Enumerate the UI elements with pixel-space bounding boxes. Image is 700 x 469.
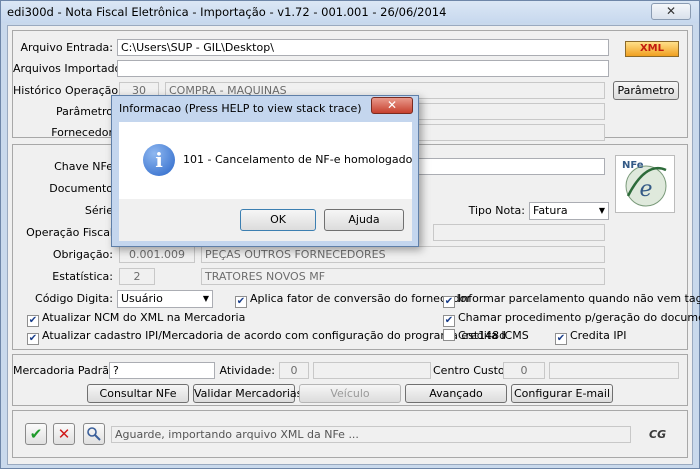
mercadoria-padrao-input[interactable]: ? [109, 362, 215, 379]
centro-custo-desc-field [549, 362, 679, 379]
dialog-close-button[interactable]: ✕ [371, 97, 413, 114]
checkbox-chamar-procedimento[interactable]: ✔ Chamar procedimento p/geração do docume… [443, 311, 700, 327]
arquivo-entrada-input[interactable]: C:\Users\SUP - GIL\Desktop\ [117, 39, 609, 56]
checkbox-label: Atualizar cadastro IPI/Mercadoria de aco… [42, 329, 507, 342]
obrigacao-code-input[interactable]: 0.001.009 [119, 246, 195, 263]
checkmark-icon: ✔ [235, 296, 247, 308]
serie-label: Série [84, 204, 113, 217]
operacao-fiscal-field [433, 224, 605, 241]
xml-button[interactable]: XML [625, 41, 679, 57]
checkmark-icon: ✔ [27, 315, 39, 327]
atividade-label: Atividade: [219, 364, 275, 377]
dialog-message: 101 - Cancelamento de NF-e homologado [183, 153, 413, 166]
window-title: edi300d - Nota Fiscal Eletrônica - Impor… [7, 5, 447, 19]
fornecedor-label: Fornecedor [51, 126, 113, 139]
codigo-digita-value: Usuário [121, 292, 163, 305]
centro-custo-label: Centro Custo: [433, 364, 509, 377]
chevron-down-icon: ▼ [598, 206, 605, 215]
operacao-fiscal-label: Operação Fiscal [26, 226, 113, 239]
configurar-email-button[interactable]: Configurar E-mail [511, 384, 613, 403]
consultar-nfe-button[interactable]: Consultar NFe [87, 384, 189, 403]
checkbox-label: Chamar procedimento p/geração do documen… [458, 311, 700, 324]
parametro-button[interactable]: Parâmetro [613, 81, 679, 100]
atividade-desc-field [313, 362, 431, 379]
checkbox-credita-icms[interactable]: Credita ICMS [443, 329, 529, 342]
chevron-down-icon: ▼ [202, 294, 209, 303]
checkbox-atualizar-ipi[interactable]: ✔ Atualizar cadastro IPI/Mercadoria de ac… [27, 329, 506, 345]
dialog-title: Informacao (Press HELP to view stack tra… [119, 102, 362, 115]
nfe-logo: e NFe [615, 155, 675, 213]
window-close-button[interactable]: ✕ [651, 3, 691, 20]
checkbox-informar-parcelamento[interactable]: ✔ Informar parcelamento quando não vem ta… [443, 292, 700, 308]
historico-operacao-label: Histórico Operação: [13, 84, 122, 97]
arquivo-entrada-label: Arquivo Entrada: [20, 41, 113, 54]
estatistica-desc-field: TRATORES NOVOS MF [201, 268, 605, 285]
checkmark-icon: ✔ [443, 296, 455, 308]
tipo-nota-label: Tipo Nota: [468, 204, 525, 217]
checkmark-icon: ✔ [27, 333, 39, 345]
centro-custo-input[interactable]: 0 [503, 362, 545, 379]
checkbox-label: Informar parcelamento quando não vem tag… [458, 292, 700, 305]
estatistica-code-input[interactable]: 2 [119, 268, 155, 285]
arquivos-importados-label: Arquivos Importados: [13, 62, 131, 75]
estatistica-label: Estatística: [52, 270, 113, 283]
svg-text:e: e [639, 177, 652, 202]
checkbox-aplica-fator[interactable]: ✔ Aplica fator de conversão do fornecedor [235, 292, 471, 308]
veiculo-button[interactable]: Veículo [299, 384, 401, 403]
checkmark-icon: ✔ [443, 315, 455, 327]
confirm-button[interactable]: ✔ [25, 423, 47, 445]
info-dialog: Informacao (Press HELP to view stack tra… [111, 95, 419, 247]
checkbox-label: Credita IPI [570, 329, 627, 342]
mercadoria-padrao-label: Mercadoria Padrão: [13, 364, 120, 377]
codigo-digita-label: Código Digita: [35, 292, 113, 305]
validar-mercadorias-button[interactable]: Validar Mercadorias [193, 384, 302, 403]
nfe-logo-text: NFe [622, 160, 644, 171]
checkbox-atualizar-ncm[interactable]: ✔ Atualizar NCM do XML na Mercadoria [27, 311, 245, 327]
codigo-digita-select[interactable]: Usuário ▼ [117, 290, 213, 308]
dialog-body: i 101 - Cancelamento de NF-e homologado [119, 122, 412, 199]
checkbox-label: Credita ICMS [458, 329, 529, 342]
checkmark-icon: ✔ [555, 333, 567, 345]
obrigacao-desc-field: PEÇAS OUTROS FORNECEDORES [201, 246, 605, 263]
info-icon: i [143, 144, 175, 176]
search-icon [87, 427, 101, 441]
dialog-footer: OK Ajuda [119, 199, 412, 241]
title-bar: edi300d - Nota Fiscal Eletrônica - Impor… [1, 1, 699, 23]
cancel-button[interactable]: ✕ [53, 423, 75, 445]
chave-nfe-label: Chave NFe [54, 160, 113, 173]
arquivos-importados-input[interactable] [117, 60, 609, 77]
tipo-nota-select[interactable]: Fatura ▼ [529, 202, 609, 220]
checkmark-icon: ✔ [29, 425, 43, 443]
tipo-nota-value: Fatura [533, 204, 568, 217]
obrigacao-label: Obrigação: [52, 248, 113, 261]
ajuda-button[interactable]: Ajuda [324, 209, 404, 231]
search-button[interactable] [83, 423, 105, 445]
documento-label: Documento [49, 182, 113, 195]
atividade-input[interactable]: 0 [279, 362, 309, 379]
brand-logo: CG [649, 428, 667, 441]
close-icon: ✕ [57, 425, 71, 443]
status-message: Aguarde, importando arquivo XML da NFe .… [111, 426, 631, 443]
checkbox-label: Atualizar NCM do XML na Mercadoria [42, 311, 246, 324]
checkbox-credita-ipi[interactable]: ✔ Credita IPI [555, 329, 626, 345]
avancado-button[interactable]: Avançado [405, 384, 507, 403]
ok-button[interactable]: OK [240, 209, 316, 231]
footer-panel: Mercadoria Padrão: ? Atividade: 0 Centro… [12, 354, 688, 406]
status-bar: ✔ ✕ Aguarde, importando arquivo XML da N… [12, 410, 688, 458]
parametro-label: Parâmetro [56, 105, 113, 118]
checkbox-empty [443, 329, 455, 341]
checkbox-label: Aplica fator de conversão do fornecedor [250, 292, 472, 305]
